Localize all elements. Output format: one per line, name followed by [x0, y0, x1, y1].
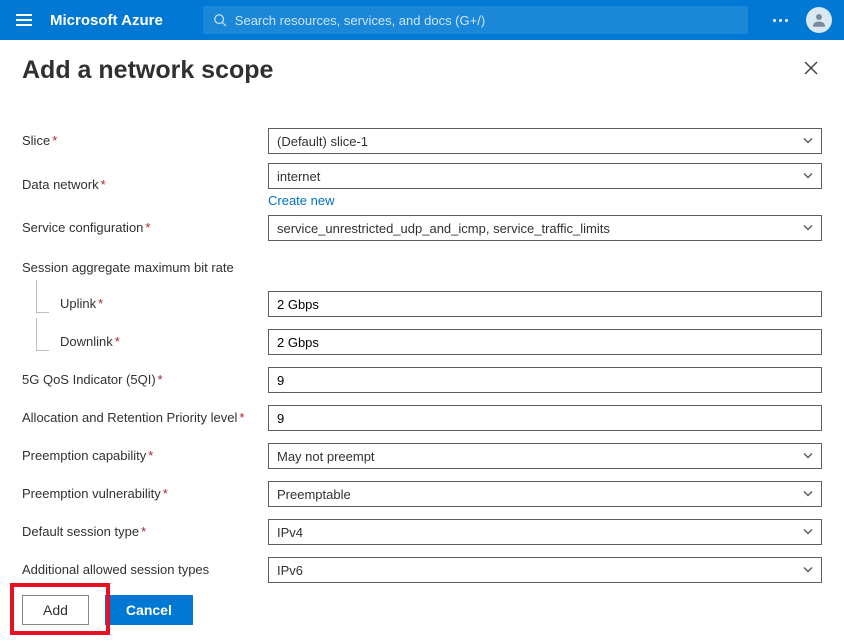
preempt-vuln-label: Preemption vulnerability: [22, 486, 161, 501]
chevron-down-icon: [803, 563, 813, 578]
required-star: *: [239, 410, 244, 425]
preempt-cap-select[interactable]: May not preempt: [268, 443, 822, 469]
uplink-field[interactable]: [277, 292, 813, 316]
required-star: *: [141, 524, 146, 539]
preempt-cap-label: Preemption capability: [22, 448, 146, 463]
slice-select[interactable]: (Default) slice-1: [268, 128, 822, 154]
uplink-input[interactable]: [268, 291, 822, 317]
service-config-label: Service configuration: [22, 220, 143, 235]
search-input[interactable]: [235, 13, 738, 28]
close-icon: [804, 61, 818, 75]
topbar: Microsoft Azure: [0, 0, 844, 40]
brand-label: Microsoft Azure: [50, 12, 163, 29]
chevron-down-icon: [803, 525, 813, 540]
required-star: *: [148, 448, 153, 463]
additional-session-label: Additional allowed session types: [22, 562, 209, 577]
qos-field[interactable]: [277, 368, 813, 392]
qos-input[interactable]: [268, 367, 822, 393]
add-button[interactable]: Add: [22, 595, 89, 625]
arp-input[interactable]: [268, 405, 822, 431]
downlink-field[interactable]: [277, 330, 813, 354]
hamburger-icon[interactable]: [12, 10, 36, 30]
create-new-link[interactable]: Create new: [268, 193, 334, 208]
downlink-label: Downlink: [60, 334, 113, 349]
close-button[interactable]: [800, 57, 822, 84]
chevron-down-icon: [803, 487, 813, 502]
footer: Add Cancel: [0, 581, 844, 641]
additional-session-select[interactable]: IPv6: [268, 557, 822, 583]
additional-session-value: IPv6: [277, 563, 303, 578]
search-box[interactable]: [203, 6, 748, 34]
service-config-select[interactable]: service_unrestricted_udp_and_icmp, servi…: [268, 215, 822, 241]
required-star: *: [98, 296, 103, 311]
default-session-value: IPv4: [277, 525, 303, 540]
preempt-cap-value: May not preempt: [277, 449, 375, 464]
service-config-value: service_unrestricted_udp_and_icmp, servi…: [277, 221, 610, 236]
required-star: *: [115, 334, 120, 349]
more-icon[interactable]: [773, 19, 788, 22]
qos-label: 5G QoS Indicator (5QI): [22, 372, 156, 387]
slice-value: (Default) slice-1: [277, 134, 368, 149]
search-icon: [213, 13, 227, 27]
data-network-select[interactable]: internet: [268, 163, 822, 189]
chevron-down-icon: [803, 449, 813, 464]
chevron-down-icon: [803, 169, 813, 184]
avatar[interactable]: [806, 7, 832, 33]
arp-field[interactable]: [277, 406, 813, 430]
required-star: *: [145, 220, 150, 235]
required-star: *: [163, 486, 168, 501]
session-agg-label: Session aggregate maximum bit rate: [22, 260, 268, 277]
required-star: *: [101, 177, 106, 192]
data-network-value: internet: [277, 169, 320, 184]
chevron-down-icon: [803, 221, 813, 236]
required-star: *: [52, 133, 57, 148]
required-star: *: [158, 372, 163, 387]
chevron-down-icon: [803, 134, 813, 149]
arp-label: Allocation and Retention Priority level: [22, 410, 237, 425]
slice-label: Slice: [22, 133, 50, 148]
preempt-vuln-value: Preemptable: [277, 487, 351, 502]
preempt-vuln-select[interactable]: Preemptable: [268, 481, 822, 507]
page-title: Add a network scope: [22, 56, 273, 85]
uplink-label: Uplink: [60, 296, 96, 311]
person-icon: [810, 11, 828, 29]
default-session-select[interactable]: IPv4: [268, 519, 822, 545]
data-network-label: Data network: [22, 177, 99, 192]
downlink-input[interactable]: [268, 329, 822, 355]
default-session-label: Default session type: [22, 524, 139, 539]
cancel-button[interactable]: Cancel: [105, 595, 193, 625]
